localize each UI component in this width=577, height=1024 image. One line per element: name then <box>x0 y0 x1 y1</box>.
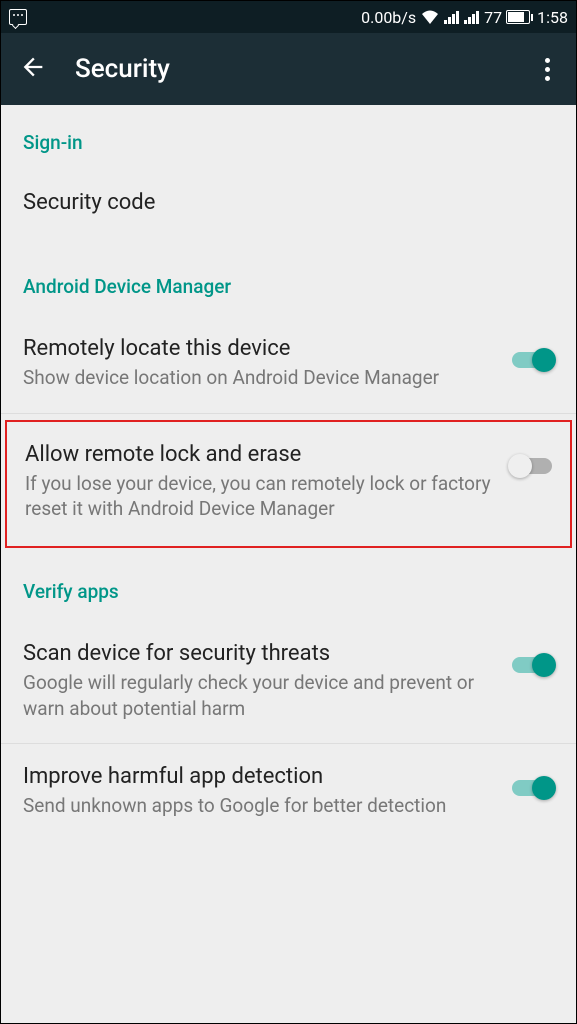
setting-scan-threats[interactable]: Scan device for security threats Google … <box>1 621 576 744</box>
page-title: Security <box>75 54 537 84</box>
battery-level: 77 <box>484 8 502 27</box>
status-right: 0.00b/s 77 1:58 <box>361 8 568 27</box>
setting-subtitle: If you lose your device, you can remotel… <box>25 471 498 522</box>
message-notification-icon <box>9 9 27 25</box>
setting-title: Scan device for security threats <box>23 641 500 666</box>
setting-title: Allow remote lock and erase <box>25 442 498 467</box>
setting-security-code[interactable]: Security code <box>1 172 576 249</box>
setting-subtitle: Google will regularly check your device … <box>23 670 500 721</box>
toggle-improve-detection[interactable] <box>512 780 554 796</box>
clock-time: 1:58 <box>537 8 568 27</box>
toggle-remote-lock-erase[interactable] <box>510 458 552 474</box>
setting-subtitle: Show device location on Android Device M… <box>23 365 500 391</box>
setting-title: Security code <box>23 190 542 215</box>
setting-remotely-locate[interactable]: Remotely locate this device Show device … <box>1 316 576 414</box>
section-header-adm: Android Device Manager <box>1 249 576 316</box>
signal-icon-2 <box>464 10 480 24</box>
back-button[interactable] <box>19 53 47 85</box>
section-header-verify-apps: Verify apps <box>1 554 576 621</box>
status-left <box>9 9 27 25</box>
wifi-icon <box>420 9 440 25</box>
section-header-signin: Sign-in <box>1 105 576 172</box>
settings-content: Sign-in Security code Android Device Man… <box>1 105 576 841</box>
status-bar: 0.00b/s 77 1:58 <box>1 1 576 33</box>
overflow-menu-button[interactable] <box>537 50 558 89</box>
data-rate: 0.00b/s <box>361 8 416 27</box>
setting-subtitle: Send unknown apps to Google for better d… <box>23 793 500 819</box>
setting-title: Improve harmful app detection <box>23 764 500 789</box>
toggle-remotely-locate[interactable] <box>512 352 554 368</box>
battery-icon <box>506 10 533 24</box>
toggle-scan-threats[interactable] <box>512 657 554 673</box>
setting-improve-detection[interactable]: Improve harmful app detection Send unkno… <box>1 744 576 841</box>
setting-title: Remotely locate this device <box>23 336 500 361</box>
setting-remote-lock-erase[interactable]: Allow remote lock and erase If you lose … <box>5 420 572 548</box>
app-bar: Security <box>1 33 576 105</box>
signal-icon-1 <box>444 10 460 24</box>
